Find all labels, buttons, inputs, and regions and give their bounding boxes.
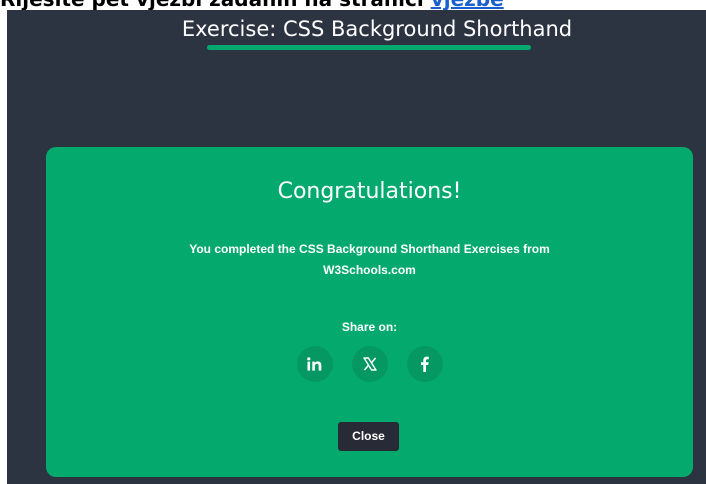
title-underline	[207, 45, 531, 50]
facebook-icon	[420, 356, 429, 372]
exercise-panel: Exercise: CSS Background Shorthand Congr…	[7, 10, 706, 484]
linkedin-icon	[306, 357, 323, 371]
share-linkedin-button[interactable]	[296, 346, 333, 382]
page-heading-strip: Riješite pet vježbi zadanih na stranici …	[0, 0, 706, 10]
completion-message-line2: W3Schools.com	[323, 263, 416, 277]
completion-message-line1: You completed the CSS Background Shortha…	[189, 242, 550, 256]
completion-message: You completed the CSS Background Shortha…	[116, 239, 623, 281]
page-heading-text: Riješite pet vježbi zadanih na stranici	[0, 0, 431, 10]
close-button[interactable]: Close	[338, 422, 399, 451]
exercises-link[interactable]: vježbe	[431, 0, 504, 10]
modal-title: Congratulations!	[277, 179, 462, 204]
share-buttons	[46, 346, 693, 382]
page-heading: Riješite pet vježbi zadanih na stranici …	[0, 0, 504, 10]
x-icon	[362, 357, 377, 371]
share-x-button[interactable]	[351, 346, 388, 382]
share-label: Share on:	[341, 320, 398, 334]
congratulations-modal: Congratulations! You completed the CSS B…	[46, 147, 693, 477]
share-facebook-button[interactable]	[406, 346, 443, 382]
exercise-title: Exercise: CSS Background Shorthand	[181, 17, 573, 41]
